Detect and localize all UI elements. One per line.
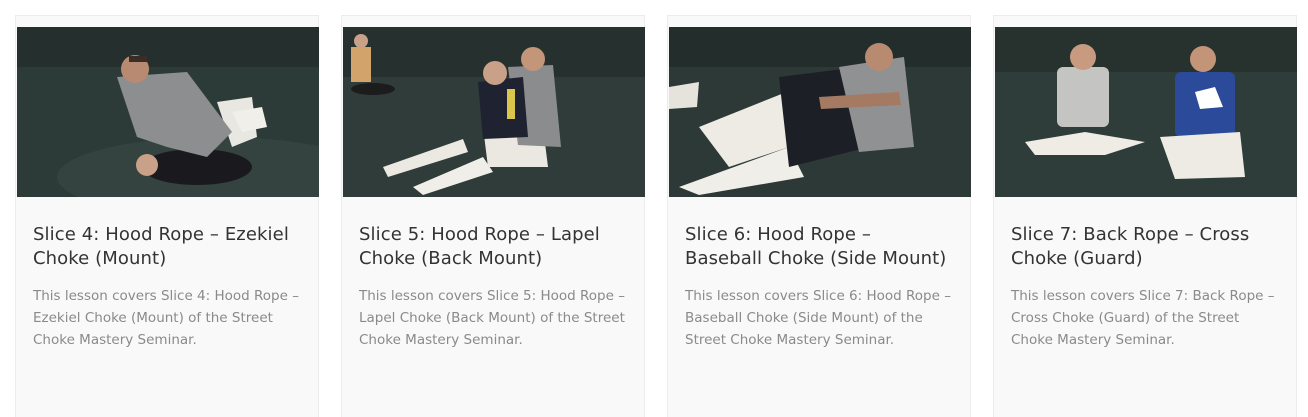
lesson-title[interactable]: Slice 4: Hood Rope – Ezekiel Choke (Moun… — [33, 223, 301, 271]
lesson-description: This lesson covers Slice 4: Hood Rope – … — [33, 288, 299, 348]
lesson-thumbnail[interactable] — [17, 27, 319, 197]
thumbnail-image — [343, 27, 645, 197]
lesson-description: This lesson covers Slice 5: Hood Rope – … — [359, 288, 625, 348]
lesson-thumbnail[interactable] — [995, 27, 1297, 197]
lesson-description: This lesson covers Slice 7: Back Rope – … — [1011, 288, 1275, 348]
lesson-card[interactable]: Slice 6: Hood Rope – Baseball Choke (Sid… — [667, 15, 971, 417]
lesson-grid: Slice 4: Hood Rope – Ezekiel Choke (Moun… — [0, 0, 1308, 417]
lesson-thumbnail[interactable] — [669, 27, 971, 197]
lesson-thumbnail[interactable] — [343, 27, 645, 197]
thumbnail-image — [17, 27, 319, 197]
lesson-card[interactable]: Slice 4: Hood Rope – Ezekiel Choke (Moun… — [15, 15, 319, 417]
lesson-title[interactable]: Slice 5: Hood Rope – Lapel Choke (Back M… — [359, 223, 627, 271]
lesson-card[interactable]: Slice 7: Back Rope – Cross Choke (Guard)… — [993, 15, 1297, 417]
lesson-card[interactable]: Slice 5: Hood Rope – Lapel Choke (Back M… — [341, 15, 645, 417]
thumbnail-image — [995, 27, 1297, 197]
lesson-description: This lesson covers Slice 6: Hood Rope – … — [685, 288, 951, 348]
lesson-title[interactable]: Slice 7: Back Rope – Cross Choke (Guard) — [1011, 223, 1279, 271]
lesson-title[interactable]: Slice 6: Hood Rope – Baseball Choke (Sid… — [685, 223, 953, 271]
thumbnail-image — [669, 27, 971, 197]
